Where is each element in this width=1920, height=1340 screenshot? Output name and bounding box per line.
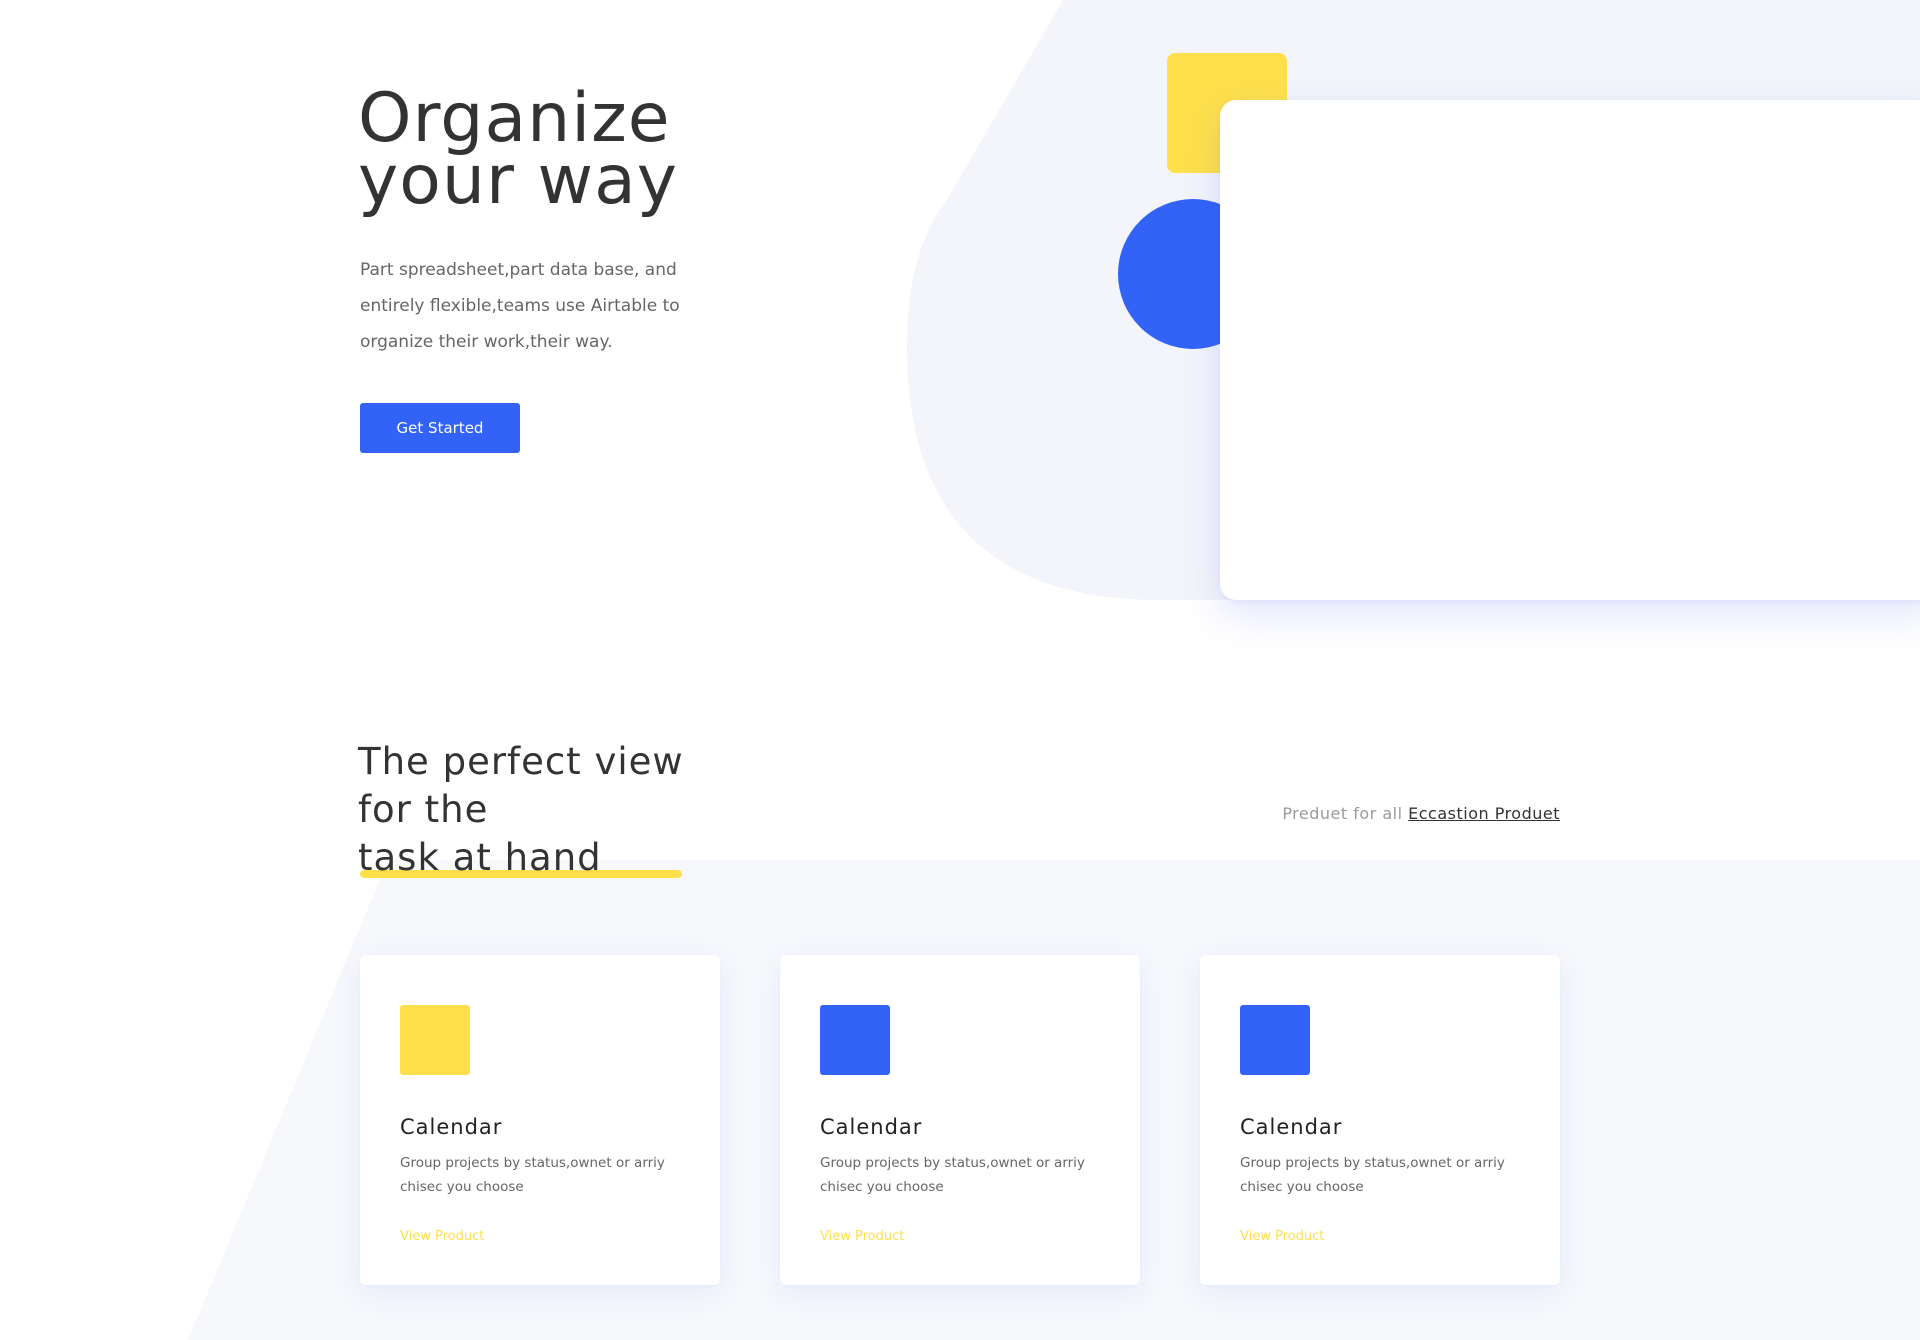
card-description: Group projects by status,ownet or arriy … [1240, 1151, 1530, 1199]
eccastion-produet-link[interactable]: Eccastion Produet [1408, 804, 1560, 823]
card-description-line: Group projects by status,ownet or arriy [1240, 1155, 1505, 1171]
hero-description-line: entirely flexible,teams use Airtable to [360, 296, 680, 316]
card-square-icon [400, 1005, 470, 1075]
product-card: Calendar Group projects by status,ownet … [780, 955, 1140, 1285]
card-description-line: chisec you choose [400, 1179, 524, 1195]
get-started-button[interactable]: Get Started [360, 403, 520, 453]
card-square-icon [820, 1005, 890, 1075]
card-description: Group projects by status,ownet or arriy … [820, 1151, 1110, 1199]
hero-description-line: organize their work,their way. [360, 332, 613, 352]
hero-preview-panel [1220, 100, 1920, 600]
hero-title-line: your way [358, 141, 679, 220]
section-link-row: Preduet for all Eccastion Produet [1282, 804, 1560, 823]
section-title-line: for the task at hand [358, 786, 684, 882]
card-description-line: chisec you choose [1240, 1179, 1364, 1195]
hero-description-line: Part spreadsheet,part data base, and [360, 260, 677, 280]
product-card: Calendar Group projects by status,ownet … [360, 955, 720, 1285]
section-title-highlight: task at hand [358, 834, 684, 882]
section-title-line: The perfect view [358, 740, 684, 783]
card-description-line: chisec you choose [820, 1179, 944, 1195]
section-link-prefix: Preduet for all [1282, 804, 1409, 823]
card-square-icon [1240, 1005, 1310, 1075]
hero-description: Part spreadsheet,part data base, and ent… [360, 252, 690, 360]
product-card: Calendar Group projects by status,ownet … [1200, 955, 1560, 1285]
card-title: Calendar [1240, 1115, 1343, 1139]
card-description: Group projects by status,ownet or arriy … [400, 1151, 690, 1199]
card-description-line: Group projects by status,ownet or arriy [820, 1155, 1085, 1171]
landing-page: Organize your way Part spreadsheet,part … [0, 0, 1920, 1340]
section-title-prefix: for the [358, 788, 489, 831]
card-title: Calendar [400, 1115, 503, 1139]
view-product-link[interactable]: View Product [820, 1229, 904, 1244]
card-description-line: Group projects by status,ownet or arriy [400, 1155, 665, 1171]
hero-title: Organize your way [358, 85, 679, 220]
section-title: The perfect view for the task at hand [358, 738, 684, 882]
view-product-link[interactable]: View Product [400, 1229, 484, 1244]
card-title: Calendar [820, 1115, 923, 1139]
view-product-link[interactable]: View Product [1240, 1229, 1324, 1244]
